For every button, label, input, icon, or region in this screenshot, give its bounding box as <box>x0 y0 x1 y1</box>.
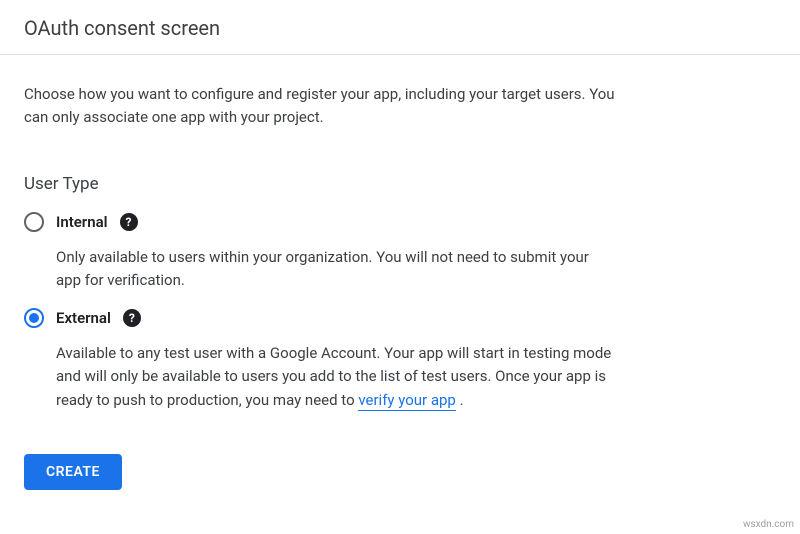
page-title: OAuth consent screen <box>24 16 776 40</box>
radio-label-external: External <box>56 309 111 327</box>
help-icon[interactable]: ? <box>123 309 141 327</box>
user-type-radio-group: Internal ? Only available to users withi… <box>24 212 616 412</box>
intro-text: Choose how you want to configure and reg… <box>24 83 616 130</box>
external-description: Available to any test user with a Google… <box>56 342 616 412</box>
radio-external[interactable] <box>24 308 44 328</box>
verify-app-link[interactable]: verify your app <box>358 391 456 411</box>
content-area: Choose how you want to configure and reg… <box>0 55 640 432</box>
create-button[interactable]: CREATE <box>24 454 122 490</box>
radio-row-internal[interactable]: Internal ? <box>24 212 616 232</box>
watermark: wsxdn.com <box>743 519 794 530</box>
external-desc-suffix: . <box>456 391 464 409</box>
external-desc-prefix: Available to any test user with a Google… <box>56 344 611 409</box>
help-icon[interactable]: ? <box>120 213 138 231</box>
radio-label-internal: Internal <box>56 213 108 231</box>
page-header: OAuth consent screen <box>0 0 800 55</box>
actions-row: CREATE <box>0 432 800 512</box>
radio-internal[interactable] <box>24 212 44 232</box>
radio-option-external: External ? Available to any test user wi… <box>24 308 616 412</box>
radio-row-external[interactable]: External ? <box>24 308 616 328</box>
user-type-heading: User Type <box>24 174 616 194</box>
internal-description: Only available to users within your orga… <box>56 246 616 293</box>
radio-option-internal: Internal ? Only available to users withi… <box>24 212 616 293</box>
